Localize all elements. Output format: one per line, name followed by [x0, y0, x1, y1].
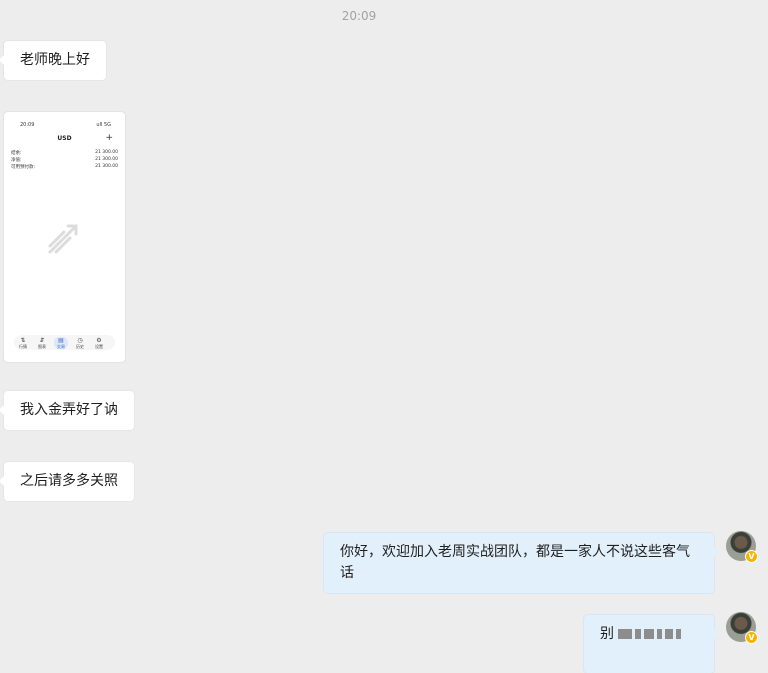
message-text: 别: [600, 626, 614, 642]
nav-label: 交易: [57, 344, 65, 349]
chart-icon: ⇵: [39, 337, 45, 344]
settings-icon: ⚙: [96, 337, 102, 344]
timestamp: 20:09: [341, 9, 377, 23]
nav-label: 图表: [38, 344, 46, 349]
phone-account-row: 可用预付款: 21 300.00: [11, 164, 118, 170]
row-label: 结余:: [11, 151, 22, 156]
message-text: 之后请多多关照: [20, 473, 118, 489]
message-bubble-incoming[interactable]: 老师晚上好: [0, 41, 106, 80]
phone-account-row: 结余: 21 300.00: [11, 150, 118, 156]
obscured-text: [635, 629, 642, 639]
quotes-icon: ⇅: [20, 337, 26, 344]
avatar[interactable]: V: [726, 531, 758, 563]
row-value: 21 300.00: [95, 150, 118, 155]
message-bubble-outgoing[interactable]: 别: [584, 615, 719, 673]
phone-plus-icon: +: [105, 133, 113, 143]
nav-label: 行情: [19, 344, 27, 349]
nav-label: 历史: [76, 344, 84, 349]
history-icon: ◷: [77, 337, 83, 344]
row-value: 21 300.00: [95, 157, 118, 162]
obscured-text: [618, 629, 633, 639]
message-text: 我入金弄好了讷: [20, 402, 118, 418]
obscured-text: [657, 629, 663, 639]
obscured-text: [644, 629, 655, 639]
message-text: 老师晚上好: [20, 52, 90, 68]
row-label: 净值:: [11, 158, 22, 163]
row-label: 可用预付款:: [11, 165, 36, 170]
message-text: 你好，欢迎加入老周实战团队，都是一家人不说这些客气话: [340, 544, 690, 581]
obscured-text: [676, 629, 682, 639]
phone-nav-item-active: ▤ 交易: [54, 337, 68, 349]
message-bubble-incoming[interactable]: 之后请多多关照: [0, 462, 134, 501]
phone-account-row: 净值: 21 300.00: [11, 157, 118, 163]
phone-signal-icon: ull 5G: [96, 122, 111, 128]
phone-status-time: 20:09: [20, 122, 35, 128]
phone-nav-item: ⇵ 图表: [35, 337, 49, 349]
image-message[interactable]: 20:09 ull 5G USD + 结余: 21 300.00 净值: 21 …: [4, 112, 125, 362]
phone-status-bar: 20:09 ull 5G: [16, 122, 113, 130]
empty-trades-icon: [48, 224, 78, 254]
message-bubble-incoming[interactable]: 我入金弄好了讷: [0, 391, 134, 430]
phone-nav-item: ◷ 历史: [73, 337, 87, 349]
trade-icon: ▤: [58, 337, 64, 344]
phone-nav-item: ⚙ 设置: [92, 337, 106, 349]
nav-label: 设置: [95, 344, 103, 349]
obscured-text: [665, 629, 674, 639]
row-value: 21 300.00: [95, 164, 118, 169]
phone-bottom-nav: ⇅ 行情 ⇵ 图表 ▤ 交易 ◷ 历史 ⚙ 设置: [14, 335, 115, 350]
message-bubble-outgoing[interactable]: 你好，欢迎加入老周实战团队，都是一家人不说这些客气话: [324, 533, 719, 593]
phone-nav-item: ⇅ 行情: [16, 337, 30, 349]
verified-badge-icon: V: [745, 631, 758, 644]
verified-badge-icon: V: [745, 550, 758, 563]
avatar[interactable]: V: [726, 612, 758, 644]
